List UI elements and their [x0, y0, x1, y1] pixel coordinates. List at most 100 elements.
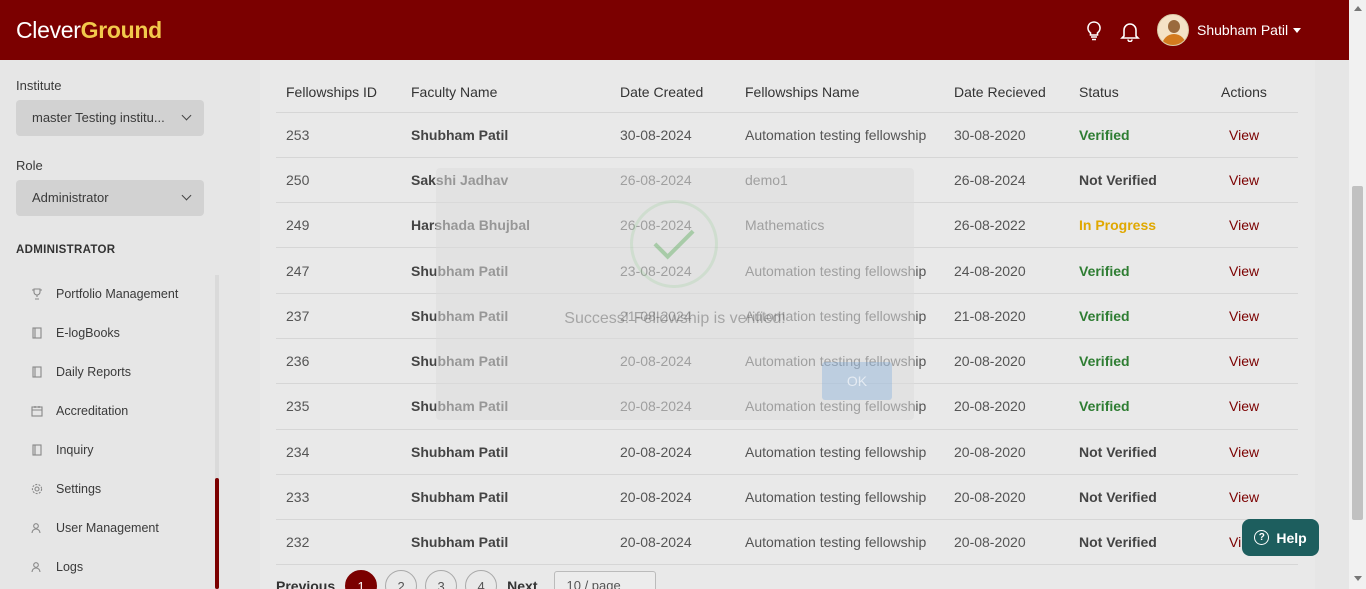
logo[interactable]: CleverGround: [16, 17, 162, 44]
cell-faculty-name: Shubham Patil: [401, 112, 610, 158]
view-link[interactable]: View: [1211, 293, 1298, 339]
cell-date-created: 20-08-2024: [610, 429, 735, 475]
lightbulb-icon[interactable]: [1083, 20, 1105, 42]
cell-id: 237: [276, 293, 401, 339]
cell-id: 236: [276, 338, 401, 385]
cell-date-received: 21-08-2020: [944, 293, 1069, 339]
col-header-id: Fellowships ID: [276, 72, 401, 113]
page-button-4[interactable]: 4: [465, 570, 498, 589]
ok-button[interactable]: OK: [822, 362, 892, 400]
chevron-down-icon: [181, 110, 192, 121]
cell-status: Not Verified: [1069, 157, 1211, 204]
cell-date-created: 20-08-2024: [610, 474, 735, 521]
role-select[interactable]: Administrator: [16, 180, 204, 216]
cell-id: 233: [276, 474, 401, 521]
cell-date-created: 20-08-2024: [610, 519, 735, 566]
success-dialog: Success! Fellowship is verified! OK: [436, 168, 914, 420]
institute-label: Institute: [16, 78, 62, 93]
institute-select[interactable]: master Testing institu...: [16, 100, 204, 136]
col-header-status: Status: [1069, 72, 1211, 113]
cell-date-received: 24-08-2020: [944, 247, 1069, 294]
institute-value: master Testing institu...: [32, 110, 165, 125]
sidebar-item-label: Settings: [56, 482, 102, 496]
next-button[interactable]: Next: [507, 578, 537, 589]
page-button-2[interactable]: 2: [385, 570, 418, 589]
cell-status: Verified: [1069, 338, 1211, 385]
chevron-down-icon: [181, 190, 192, 201]
table-row: 232 Shubham Patil 20-08-2024 Automation tes…: [276, 519, 1298, 566]
logo-text-clever: Clever: [16, 17, 81, 43]
sidebar-item-inquiry[interactable]: Inquiry: [30, 440, 94, 460]
col-header-actions: Actions: [1211, 72, 1298, 113]
cell-id: 250: [276, 157, 401, 204]
cell-fellowship-name: Automation testing fellowship: [735, 474, 944, 521]
sidebar-item-settings[interactable]: Settings: [30, 479, 101, 499]
cell-date-received: 26-08-2024: [944, 157, 1069, 204]
top-navbar: CleverGround Shubham Patil: [0, 0, 1366, 60]
caret-down-icon: [1293, 28, 1302, 33]
book-icon: [30, 365, 44, 379]
page-button-3[interactable]: 3: [425, 570, 458, 589]
view-link[interactable]: View: [1211, 383, 1298, 430]
cell-id: 253: [276, 112, 401, 158]
previous-button[interactable]: Previous: [276, 578, 335, 589]
page-button-1[interactable]: 1: [345, 570, 378, 589]
sidebar-item-label: Inquiry: [56, 443, 94, 457]
table-row: 233 Shubham Patil 20-08-2024 Automation tes…: [276, 474, 1298, 521]
cell-faculty-name: Shubham Patil: [401, 519, 610, 566]
table-header-row: Fellowships ID Faculty Name Date Created…: [276, 72, 1298, 113]
cell-date-received: 20-08-2020: [944, 338, 1069, 385]
cell-date-created: 30-08-2024: [610, 112, 735, 158]
trophy-icon: [30, 287, 44, 301]
cell-date-received: 26-08-2022: [944, 202, 1069, 249]
page-scrollbar[interactable]: [1349, 0, 1366, 589]
cell-fellowship-name: Automation testing fellowship: [735, 429, 944, 475]
cell-faculty-name: Shubham Patil: [401, 474, 610, 521]
calendar-icon: [30, 404, 44, 418]
question-icon: ?: [1254, 530, 1270, 545]
sidebar-item-user-management[interactable]: User Management: [30, 518, 159, 538]
sidebar-item-logs[interactable]: Logs: [30, 557, 83, 577]
col-header-date-received: Date Recieved: [944, 72, 1069, 113]
users-icon: [30, 560, 44, 574]
view-link[interactable]: View: [1211, 338, 1298, 385]
view-link[interactable]: View: [1211, 112, 1298, 158]
scroll-down-arrow-icon[interactable]: [1354, 576, 1362, 581]
cell-id: 249: [276, 202, 401, 249]
view-link[interactable]: View: [1211, 157, 1298, 204]
sidebar-scrollbar[interactable]: [215, 478, 219, 589]
page-size-select[interactable]: 10 / page: [553, 571, 656, 589]
cell-fellowship-name: Automation testing fellowship: [735, 519, 944, 566]
scroll-up-arrow-icon[interactable]: [1354, 6, 1362, 11]
gear-icon: [30, 482, 44, 496]
cell-status: Not Verified: [1069, 519, 1211, 566]
view-link[interactable]: View: [1211, 474, 1298, 521]
sidebar-item-elogbooks[interactable]: E-logBooks: [30, 323, 120, 343]
view-link[interactable]: View: [1211, 247, 1298, 294]
col-header-faculty: Faculty Name: [401, 72, 610, 113]
cell-status: Not Verified: [1069, 429, 1211, 475]
scrollbar-thumb[interactable]: [1352, 186, 1363, 520]
help-button[interactable]: ? Help: [1242, 519, 1319, 556]
success-message: Success! Fellowship is verified!: [564, 310, 786, 327]
role-label: Role: [16, 158, 43, 173]
book-icon: [30, 443, 44, 457]
avatar: [1157, 14, 1189, 46]
cell-id: 232: [276, 519, 401, 566]
sidebar-item-label: Accreditation: [56, 404, 129, 418]
sidebar-item-label: Daily Reports: [56, 365, 132, 379]
sidebar-item-accreditation[interactable]: Accreditation: [30, 401, 128, 421]
bell-icon[interactable]: [1119, 20, 1141, 43]
user-menu[interactable]: Shubham Patil: [1157, 14, 1302, 46]
view-link[interactable]: View: [1211, 429, 1298, 475]
sidebar-item-daily-reports[interactable]: Daily Reports: [30, 362, 131, 382]
view-link[interactable]: View: [1211, 202, 1298, 249]
sidebar-item-label: Portfolio Management: [56, 287, 179, 301]
help-label: Help: [1276, 529, 1307, 546]
col-header-fellowship-name: Fellowships Name: [735, 72, 944, 113]
sidebar-item-portfolio-management[interactable]: Portfolio Management: [30, 284, 178, 304]
sidebar-section-heading: ADMINISTRATOR: [16, 244, 116, 256]
role-value: Administrator: [32, 190, 109, 205]
user-name: Shubham Patil: [1197, 22, 1289, 38]
logo-text-ground: Ground: [80, 17, 163, 43]
